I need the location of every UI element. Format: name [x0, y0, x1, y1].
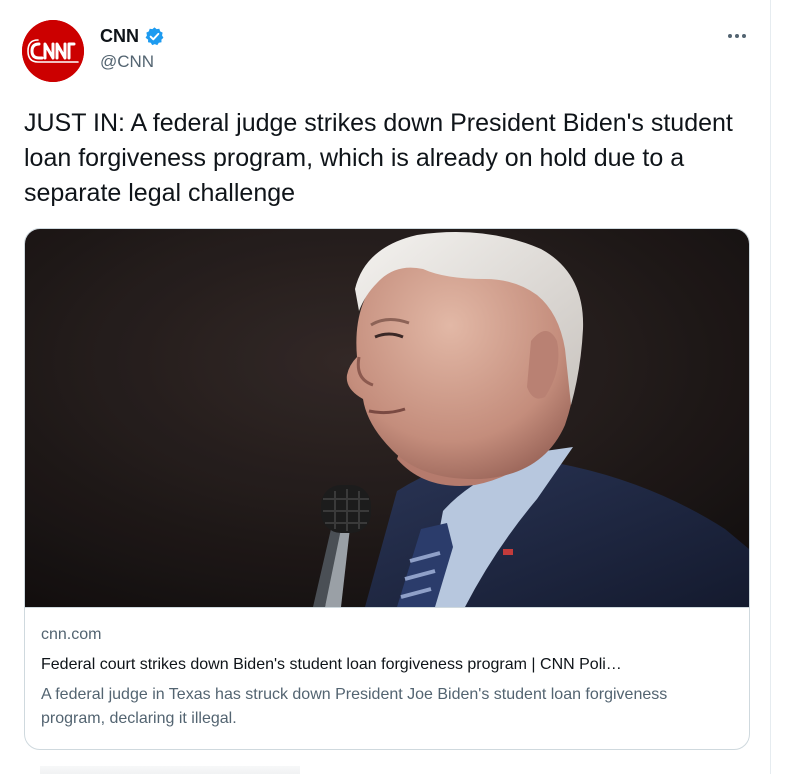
tweet-text: JUST IN: A federal judge strikes down Pr…: [24, 109, 733, 207]
column-divider: [770, 0, 771, 774]
more-options-icon[interactable]: [722, 24, 752, 48]
verified-badge-icon: [144, 26, 165, 47]
card-description: A federal judge in Texas has struck down…: [41, 686, 668, 727]
tweet: CNN @CNN JUST IN: A federal judge strike…: [0, 0, 770, 774]
handle[interactable]: @CNN: [100, 52, 154, 72]
card-image[interactable]: [25, 229, 749, 607]
cnn-logo: [22, 20, 84, 82]
card-title[interactable]: Federal court strikes down Biden's stude…: [41, 656, 731, 674]
avatar[interactable]: [22, 20, 84, 82]
link-card[interactable]: cnn.com Federal court strikes down Biden…: [24, 228, 750, 750]
author-name-row[interactable]: CNN: [100, 24, 165, 48]
next-row-fragment: [40, 766, 300, 774]
card-domain: cnn.com: [41, 626, 102, 643]
display-name[interactable]: CNN: [100, 26, 139, 47]
card-body[interactable]: cnn.com Federal court strikes down Biden…: [25, 607, 749, 749]
